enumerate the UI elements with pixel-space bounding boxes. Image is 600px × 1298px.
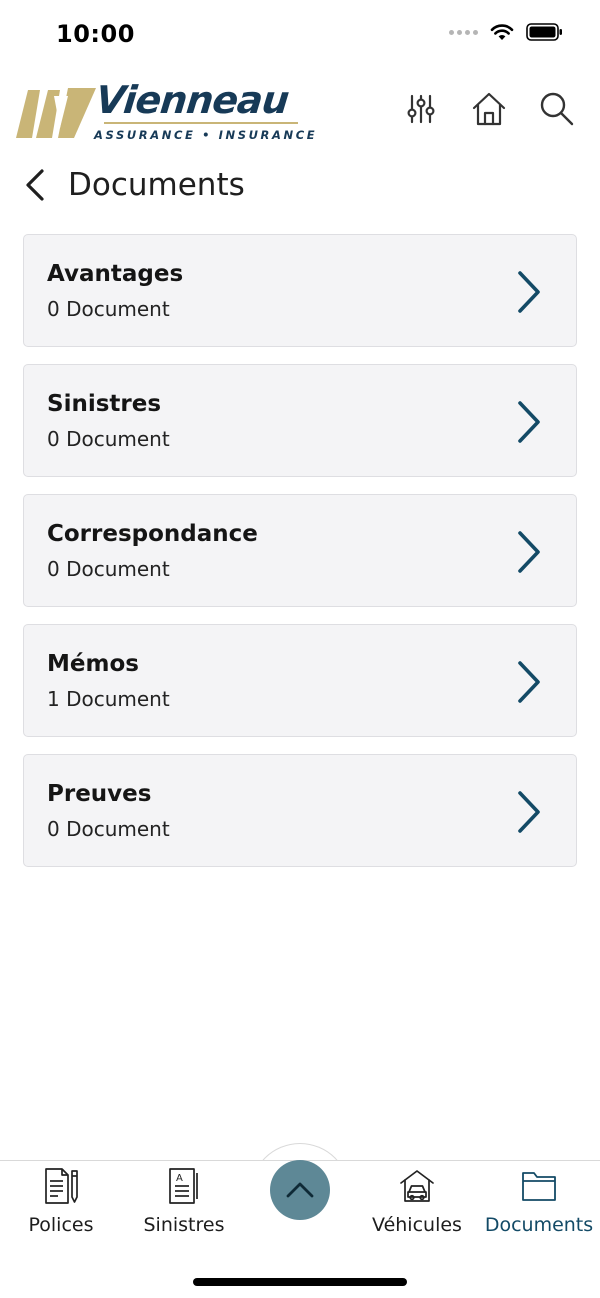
folder-icon bbox=[521, 1166, 557, 1206]
category-count: 0 Document bbox=[47, 427, 170, 451]
chevron-right-icon bbox=[518, 401, 540, 443]
nav-tab-documents[interactable]: Documents bbox=[479, 1166, 599, 1242]
app-header: Vienneau ASSURANCE • INSURANCE bbox=[0, 74, 600, 146]
nav-label: Sinistres bbox=[143, 1214, 225, 1236]
expand-menu-button[interactable] bbox=[270, 1160, 330, 1220]
filter-button[interactable] bbox=[400, 88, 442, 130]
logo-tagline: ASSURANCE • INSURANCE bbox=[94, 128, 318, 142]
logo-rule bbox=[104, 122, 298, 124]
vehicle-garage-icon bbox=[399, 1166, 435, 1206]
title-row: Documents bbox=[24, 162, 245, 208]
chevron-right-icon bbox=[518, 271, 540, 313]
chevron-right-icon bbox=[518, 661, 540, 703]
svg-text:A: A bbox=[176, 1173, 183, 1184]
nav-tab-polices[interactable]: Polices bbox=[1, 1166, 121, 1242]
filter-sliders-icon bbox=[407, 94, 435, 124]
search-button[interactable] bbox=[536, 88, 578, 130]
vienneau-logo: Vienneau ASSURANCE • INSURANCE bbox=[14, 78, 315, 144]
category-title: Preuves bbox=[47, 781, 152, 807]
policy-document-icon bbox=[43, 1166, 79, 1206]
chevron-left-icon bbox=[26, 169, 44, 201]
logo-wordmark: Vienneau bbox=[93, 78, 291, 122]
status-bar: 10:00 bbox=[0, 0, 600, 64]
nav-label: Polices bbox=[28, 1214, 94, 1236]
back-button[interactable] bbox=[24, 162, 56, 208]
category-count: 0 Document bbox=[47, 557, 170, 581]
document-category-avantages[interactable]: Avantages 0 Document bbox=[23, 234, 577, 347]
wifi-icon bbox=[490, 24, 514, 40]
document-category-preuves[interactable]: Preuves 0 Document bbox=[23, 754, 577, 867]
category-title: Mémos bbox=[47, 651, 139, 677]
search-icon bbox=[540, 92, 574, 126]
status-time: 10:00 bbox=[56, 20, 135, 48]
category-count: 1 Document bbox=[47, 687, 170, 711]
logo-mark-icon bbox=[16, 88, 96, 138]
chevron-right-icon bbox=[518, 531, 540, 573]
category-count: 0 Document bbox=[47, 817, 170, 841]
document-category-sinistres[interactable]: Sinistres 0 Document bbox=[23, 364, 577, 477]
nav-tab-sinistres[interactable]: A Sinistres bbox=[124, 1166, 244, 1242]
status-icons bbox=[449, 22, 564, 42]
document-category-correspondance[interactable]: Correspondance 0 Document bbox=[23, 494, 577, 607]
page-title: Documents bbox=[68, 167, 245, 203]
battery-icon bbox=[526, 23, 562, 41]
cellular-signal-icon bbox=[449, 29, 478, 35]
category-count: 0 Document bbox=[47, 297, 170, 321]
category-title: Sinistres bbox=[47, 391, 162, 417]
nav-label: Documents bbox=[484, 1214, 594, 1236]
nav-label: Véhicules bbox=[372, 1214, 462, 1236]
home-icon bbox=[472, 92, 506, 126]
claim-form-icon: A bbox=[167, 1166, 201, 1206]
nav-tab-vehicules[interactable]: Véhicules bbox=[357, 1166, 477, 1242]
chevron-up-icon bbox=[286, 1182, 314, 1198]
category-title: Correspondance bbox=[47, 521, 258, 547]
document-category-list: Avantages 0 Document Sinistres 0 Documen… bbox=[23, 234, 577, 884]
home-indicator bbox=[193, 1278, 407, 1286]
document-category-memos[interactable]: Mémos 1 Document bbox=[23, 624, 577, 737]
home-button[interactable] bbox=[468, 88, 510, 130]
category-title: Avantages bbox=[47, 261, 184, 287]
header-actions bbox=[400, 88, 578, 130]
chevron-right-icon bbox=[518, 791, 540, 833]
